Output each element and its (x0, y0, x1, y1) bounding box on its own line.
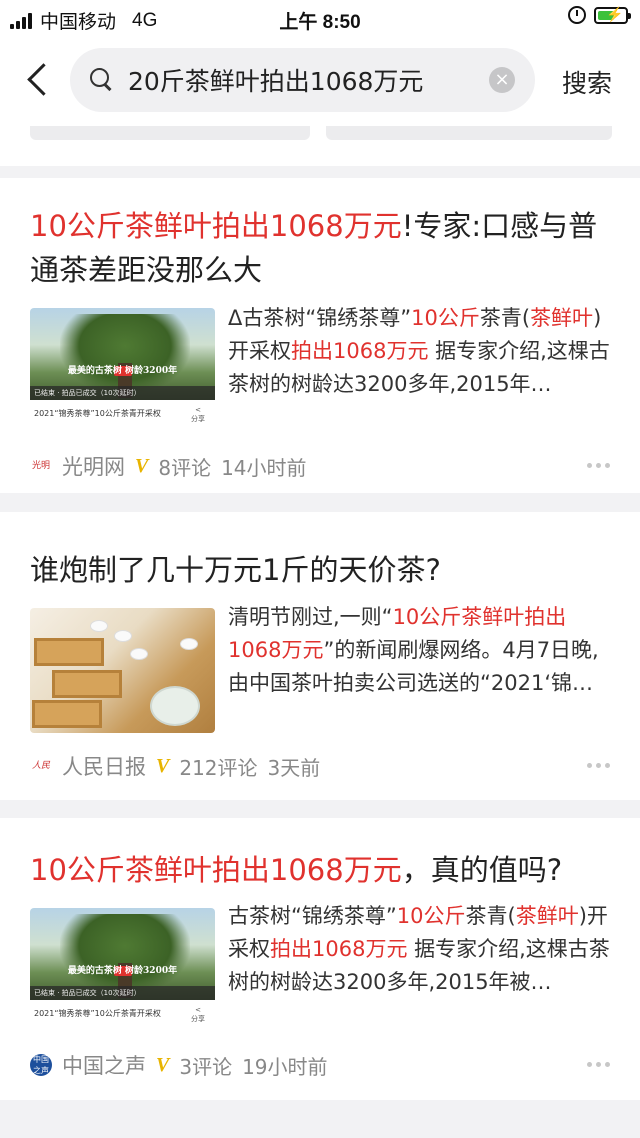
search-input[interactable] (128, 60, 478, 100)
clock: 上午 8:50 (279, 12, 361, 33)
snippet-highlight: 拍出1068万元 (270, 937, 408, 961)
thumbnail-status: 已结束 · 拍品已成交（10次延时） (30, 986, 215, 1000)
source-logo-icon: 光明 (30, 455, 52, 477)
more-options-icon[interactable] (587, 463, 610, 468)
thumbnail-caption: 最美的古茶树 树龄3200年 (67, 366, 178, 376)
title-text: ，真的值吗? (401, 853, 563, 887)
share-icon: < 分享 (191, 406, 205, 423)
more-options-icon[interactable] (587, 763, 610, 768)
snippet-text: 古茶树“锦绣茶尊” (228, 904, 397, 928)
thumbnail-status: 已结束 · 拍品已成交（10次延时） (30, 386, 215, 400)
title-highlight: 10公斤茶鲜叶拍出1068万元 (30, 853, 402, 887)
article-meta: 中国 之声 中国之声 V 3评论 19小时前 (30, 1050, 610, 1080)
prev-card[interactable] (326, 126, 612, 140)
verified-icon: V (156, 1053, 170, 1076)
share-label: 分享 (191, 1015, 205, 1023)
share-icon: < 分享 (191, 1006, 205, 1023)
article-title[interactable]: 10公斤茶鲜叶拍出1068万元!专家:口感与普通茶差距没那么大 (30, 204, 610, 292)
article-title[interactable]: 谁炮制了几十万元1斤的天价茶? (30, 548, 610, 592)
source-logo-icon: 人民 (30, 755, 52, 777)
snippet-highlight: 拍出1068万元 (291, 339, 429, 363)
snippet-highlight: 10公斤 (396, 904, 466, 928)
snippet-highlight: 茶鲜叶 (515, 904, 579, 928)
snippet-text: 清明节刚过,一则“ (228, 605, 393, 629)
verified-icon: V (156, 754, 170, 777)
article-snippet: 古茶树“锦绣茶尊”10公斤茶青(茶鲜叶)开采权拍出1068万元 据专家介绍,这棵… (228, 900, 614, 999)
source-logo-icon: 中国 之声 (30, 1054, 52, 1076)
previous-results-strip (0, 126, 640, 166)
publish-time: 3天前 (267, 755, 321, 780)
source-name[interactable]: 中国之声 (62, 1050, 146, 1080)
article-thumbnail[interactable]: 最美的古茶树 树龄3200年 已结束 · 拍品已成交（10次延时） 2021“锦… (30, 908, 215, 1033)
back-button[interactable] (22, 60, 54, 100)
article-card[interactable]: 谁炮制了几十万元1斤的天价茶? 清明节刚过,一则“10公斤茶鲜叶拍出1068万元… (0, 512, 640, 800)
snippet-highlight: 茶鲜叶 (530, 306, 594, 330)
article-thumbnail[interactable] (30, 608, 215, 733)
comment-count: 212评论 (179, 755, 258, 780)
source-name[interactable]: 光明网 (62, 451, 125, 481)
search-icon (90, 68, 112, 90)
more-options-icon[interactable] (587, 1062, 610, 1067)
snippet-text: 茶青( (479, 306, 531, 330)
battery-icon: ⚡ (594, 6, 631, 24)
alarm-icon (568, 6, 586, 24)
source-name[interactable]: 人民日报 (62, 751, 146, 781)
comment-count: 8评论 (158, 455, 212, 480)
thumbnail-footer: 2021“锦秀茶尊”10公斤茶青开采权 (30, 1000, 215, 1033)
title-highlight: 10公斤茶鲜叶拍出1068万元 (30, 209, 402, 243)
verified-icon: V (135, 454, 149, 477)
article-title[interactable]: 10公斤茶鲜叶拍出1068万元，真的值吗? (30, 848, 610, 892)
thumbnail-caption: 最美的古茶树 树龄3200年 (67, 966, 178, 976)
article-snippet: 清明节刚过,一则“10公斤茶鲜叶拍出1068万元”的新闻刷爆网络。4月7日晚,由… (228, 601, 614, 700)
article-snippet: Δ古茶树“锦绣茶尊”10公斤茶青(茶鲜叶)开采权拍出1068万元 据专家介绍,这… (228, 302, 614, 401)
snippet-text: Δ古茶树“锦绣茶尊” (228, 306, 412, 330)
article-card[interactable]: 10公斤茶鲜叶拍出1068万元!专家:口感与普通茶差距没那么大 最美的古茶树 树… (0, 178, 640, 493)
article-thumbnail[interactable]: 最美的古茶树 树龄3200年 已结束 · 拍品已成交（10次延时） 2021“锦… (30, 308, 215, 433)
article-card[interactable]: 10公斤茶鲜叶拍出1068万元，真的值吗? 最美的古茶树 树龄3200年 已结束… (0, 818, 640, 1100)
status-bar: 中国移动 4G 上午 8:50 ⚡ (0, 0, 640, 36)
snippet-highlight: 10公斤 (411, 306, 480, 330)
comment-count: 3评论 (179, 1054, 233, 1079)
prev-card[interactable] (30, 126, 310, 140)
snippet-text: 茶青( (465, 904, 516, 928)
search-header: × 搜索 (0, 36, 640, 126)
article-meta: 光明 光明网 V 8评论 14小时前 (30, 451, 610, 481)
thumbnail-footer: 2021“锦秀茶尊”10公斤茶青开采权 (30, 400, 215, 433)
search-submit-button[interactable]: 搜索 (562, 64, 612, 100)
clear-icon[interactable]: × (489, 67, 515, 93)
search-box[interactable]: × (70, 48, 535, 112)
share-label: 分享 (191, 415, 205, 423)
publish-time: 14小时前 (221, 455, 307, 480)
article-meta: 人民 人民日报 V 212评论 3天前 (30, 751, 610, 781)
publish-time: 19小时前 (242, 1054, 328, 1079)
